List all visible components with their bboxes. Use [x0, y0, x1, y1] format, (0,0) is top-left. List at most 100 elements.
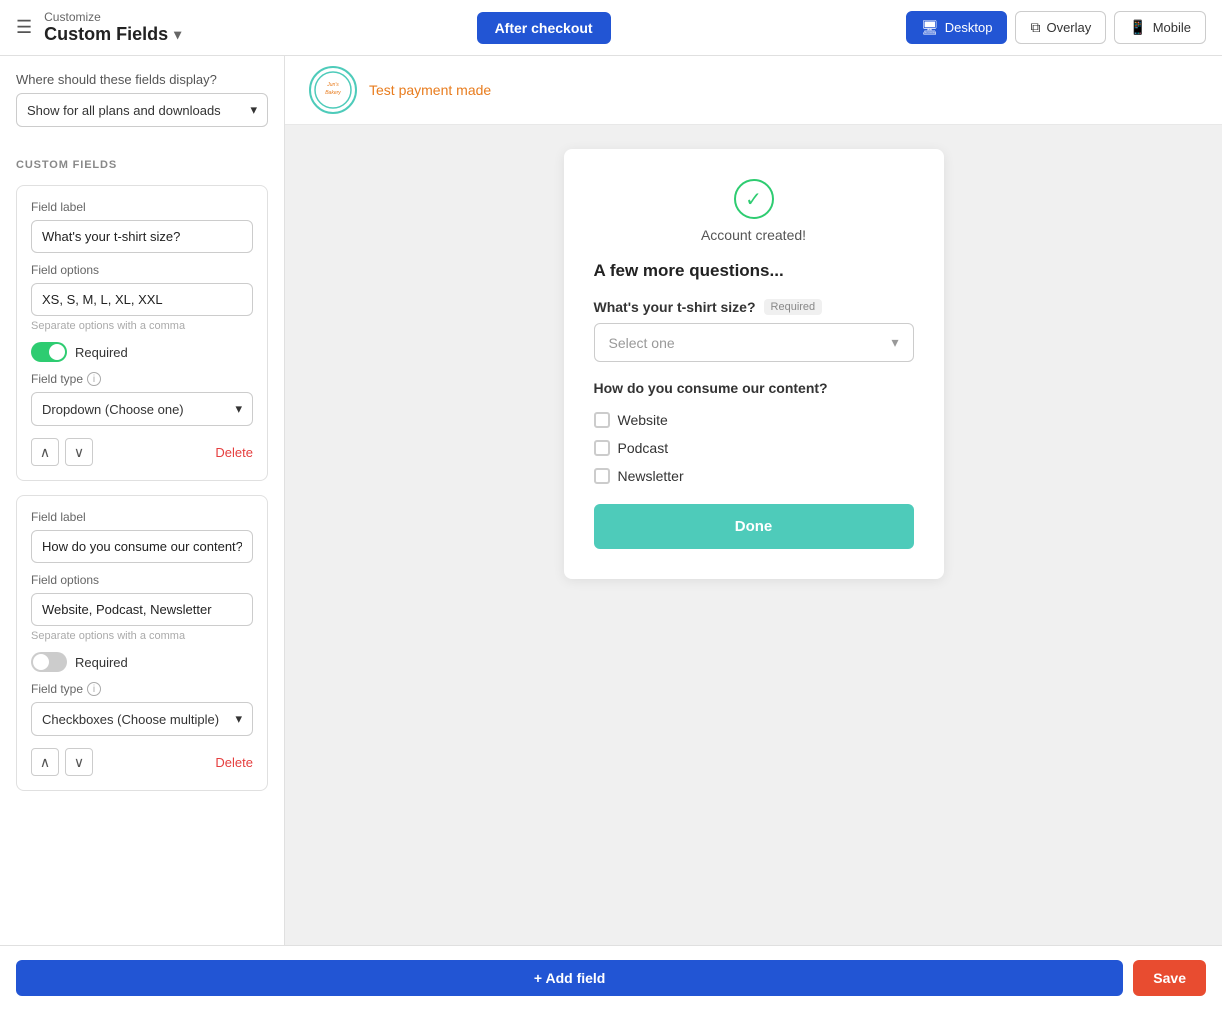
- desktop-view-button[interactable]: 🖥 Desktop: [906, 11, 1007, 44]
- field-label-input-1[interactable]: [31, 220, 253, 253]
- display-label: Where should these fields display?: [16, 72, 268, 87]
- menu-icon[interactable]: ☰: [16, 17, 32, 38]
- overlay-label: Overlay: [1046, 20, 1091, 35]
- checkbox-2[interactable]: [594, 468, 610, 484]
- preview-field2-label: How do you consume our content?: [594, 380, 914, 396]
- field-options-hint-1: Separate options with a comma: [31, 320, 253, 332]
- desktop-icon: 🖥: [921, 19, 939, 36]
- checkbox-item-2: Newsletter: [594, 462, 914, 490]
- move-buttons-1: ∧ ∨: [31, 438, 93, 466]
- field-type-value-1: Dropdown (Choose one): [42, 402, 184, 417]
- field-type-chevron-1: ▾: [235, 401, 242, 417]
- checkbox-item-1: Podcast: [594, 434, 914, 462]
- field-actions-2: ∧ ∨ Delete: [31, 748, 253, 776]
- field-label-input-2[interactable]: [31, 530, 253, 563]
- done-button[interactable]: Done: [594, 504, 914, 549]
- preview-field1-label: What's your t-shirt size? Required: [594, 299, 914, 315]
- field-type-info-icon-1[interactable]: i: [87, 372, 101, 386]
- title-group: Customize Custom Fields ▾: [44, 10, 181, 45]
- topbar: ☰ Customize Custom Fields ▾ After checko…: [0, 0, 1222, 56]
- required-label-1: Required: [75, 345, 128, 360]
- account-created-text: Account created!: [594, 227, 914, 243]
- display-select-chevron: ▾: [250, 102, 257, 118]
- field-type-value-2: Checkboxes (Choose multiple): [42, 712, 219, 727]
- move-down-button-2[interactable]: ∨: [65, 748, 93, 776]
- save-button[interactable]: Save: [1133, 960, 1206, 996]
- required-row-2: Required: [31, 652, 253, 672]
- required-toggle-1[interactable]: [31, 342, 67, 362]
- desktop-label: Desktop: [945, 20, 993, 35]
- checkbox-item-0: Website: [594, 406, 914, 434]
- page-title[interactable]: Custom Fields ▾: [44, 24, 181, 45]
- after-checkout-button[interactable]: After checkout: [477, 12, 611, 44]
- delete-button-1[interactable]: Delete: [215, 445, 253, 460]
- preview-dropdown[interactable]: Select one ▾: [594, 323, 914, 362]
- checkbox-0[interactable]: [594, 412, 610, 428]
- topbar-center: After checkout: [193, 12, 894, 44]
- mobile-view-button[interactable]: 📱 Mobile: [1114, 11, 1206, 44]
- checkbox-label-1: Podcast: [618, 440, 669, 456]
- mobile-label: Mobile: [1153, 20, 1191, 35]
- right-panel: Jun's Bakery Test payment made ✓ Account…: [285, 56, 1222, 945]
- success-icon: ✓: [734, 179, 774, 219]
- customize-label: Customize: [44, 10, 181, 24]
- required-label-2: Required: [75, 655, 128, 670]
- field-type-select-1[interactable]: Dropdown (Choose one) ▾: [31, 392, 253, 426]
- preview-dropdown-chevron: ▾: [891, 334, 898, 351]
- display-select[interactable]: Show for all plans and downloads ▾: [16, 93, 268, 127]
- bottom-actions: + Add field Save: [0, 945, 1222, 1010]
- delete-button-2[interactable]: Delete: [215, 755, 253, 770]
- preview-field1-required-badge: Required: [764, 299, 823, 315]
- field-actions-1: ∧ ∨ Delete: [31, 438, 253, 466]
- preview-card: ✓ Account created! A few more questions.…: [564, 149, 944, 579]
- required-toggle-2[interactable]: [31, 652, 67, 672]
- mobile-icon: 📱: [1129, 19, 1146, 36]
- preview-dropdown-placeholder: Select one: [609, 335, 675, 351]
- page-title-text: Custom Fields: [44, 24, 168, 45]
- field-options-label-1: Field options: [31, 263, 253, 277]
- few-more-text: A few more questions...: [594, 261, 914, 281]
- field-options-hint-2: Separate options with a comma: [31, 630, 253, 642]
- field-type-chevron-2: ▾: [235, 711, 242, 727]
- field-options-label-2: Field options: [31, 573, 253, 587]
- main-content: Where should these fields display? Show …: [0, 56, 1222, 945]
- preview-logo: Jun's Bakery: [309, 66, 357, 114]
- field-type-label-text-1: Field type: [31, 372, 83, 386]
- svg-text:Jun's: Jun's: [326, 82, 339, 88]
- preview-header: Jun's Bakery Test payment made: [285, 56, 1222, 125]
- preview-payment-text: Test payment made: [369, 82, 491, 98]
- section-header: CUSTOM FIELDS: [16, 159, 268, 171]
- required-row-1: Required: [31, 342, 253, 362]
- checkbox-label-2: Newsletter: [618, 468, 684, 484]
- svg-text:Bakery: Bakery: [325, 90, 341, 96]
- field-options-input-2[interactable]: [31, 593, 253, 626]
- field-block-1: Field label Field options Separate optio…: [16, 185, 268, 481]
- move-up-button-2[interactable]: ∧: [31, 748, 59, 776]
- move-down-button-1[interactable]: ∨: [65, 438, 93, 466]
- checkbox-label-0: Website: [618, 412, 668, 428]
- preview-checkbox-options: Website Podcast Newsletter: [594, 406, 914, 490]
- overlay-icon: ⧉: [1030, 19, 1040, 36]
- field-type-label-2: Field type i: [31, 682, 253, 696]
- checkbox-1[interactable]: [594, 440, 610, 456]
- app-container: ☰ Customize Custom Fields ▾ After checko…: [0, 0, 1222, 1010]
- topbar-right: 🖥 Desktop ⧉ Overlay 📱 Mobile: [906, 11, 1206, 44]
- field-options-input-1[interactable]: [31, 283, 253, 316]
- move-buttons-2: ∧ ∨: [31, 748, 93, 776]
- field-type-label-1: Field type i: [31, 372, 253, 386]
- move-up-button-1[interactable]: ∧: [31, 438, 59, 466]
- preview-field1-label-text: What's your t-shirt size?: [594, 299, 756, 315]
- field-label-label-1: Field label: [31, 200, 253, 214]
- overlay-view-button[interactable]: ⧉ Overlay: [1015, 11, 1106, 44]
- preview-area: Jun's Bakery Test payment made ✓ Account…: [285, 56, 1222, 945]
- field-block-2: Field label Field options Separate optio…: [16, 495, 268, 791]
- field-type-select-2[interactable]: Checkboxes (Choose multiple) ▾: [31, 702, 253, 736]
- logo-svg: Jun's Bakery: [313, 70, 353, 110]
- add-field-button[interactable]: + Add field: [16, 960, 1123, 996]
- display-select-value: Show for all plans and downloads: [27, 103, 221, 118]
- title-chevron-icon: ▾: [174, 26, 181, 43]
- field-type-label-text-2: Field type: [31, 682, 83, 696]
- field-type-info-icon-2[interactable]: i: [87, 682, 101, 696]
- success-icon-wrap: ✓: [594, 179, 914, 219]
- field-label-label-2: Field label: [31, 510, 253, 524]
